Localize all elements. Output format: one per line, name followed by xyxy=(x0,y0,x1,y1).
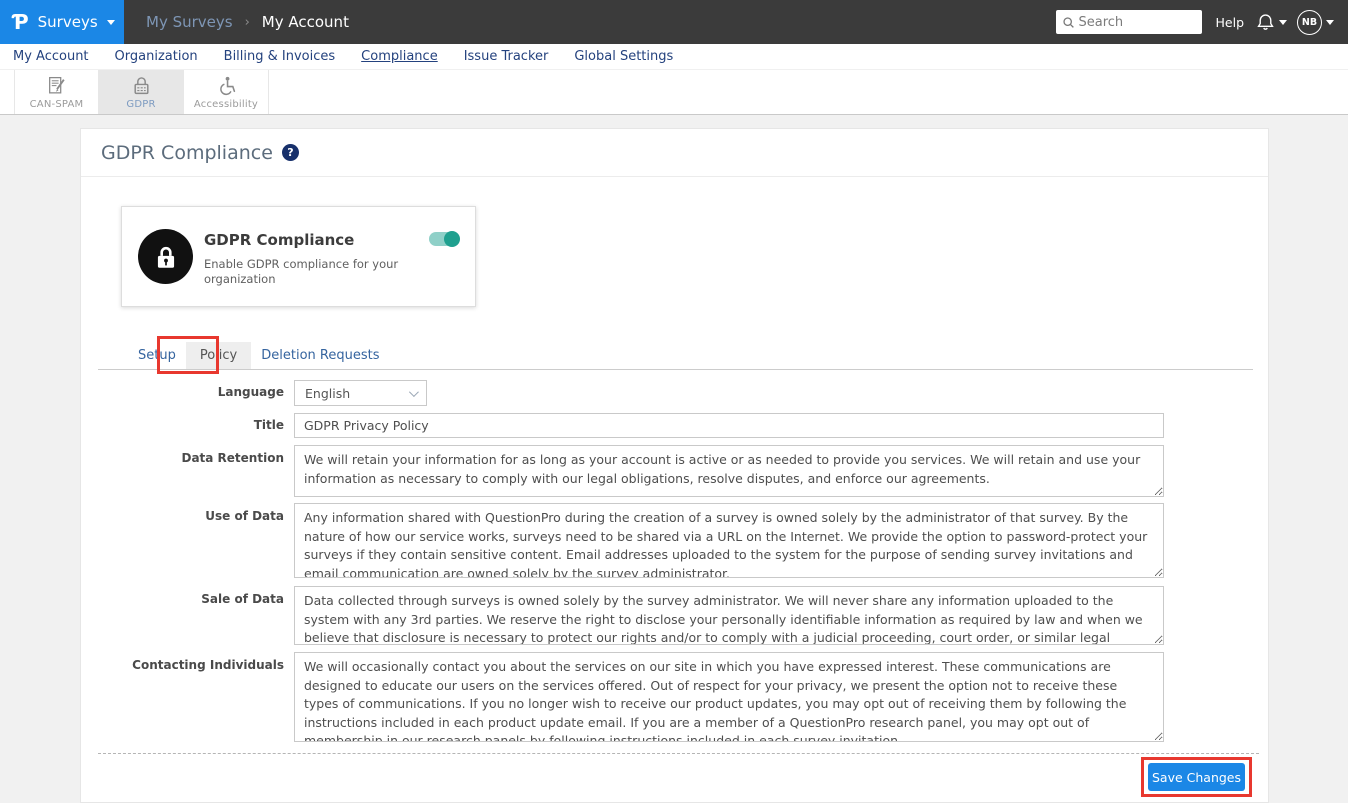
search-box[interactable] xyxy=(1056,10,1202,34)
tab-policy[interactable]: Policy xyxy=(186,342,251,369)
title-label: Title xyxy=(98,418,284,432)
gdpr-compliance-card: GDPR Compliance Enable GDPR compliance f… xyxy=(121,206,476,307)
tab-can-spam[interactable]: CAN-SPAM xyxy=(14,70,99,114)
panel-header: GDPR Compliance ? xyxy=(81,129,1268,177)
tab-my-account[interactable]: My Account xyxy=(13,49,89,64)
gdpr-toggle[interactable] xyxy=(429,232,459,246)
product-name: Surveys xyxy=(38,13,98,31)
search-icon xyxy=(1062,16,1075,29)
tab-label: Accessibility xyxy=(194,99,258,110)
tab-gdpr[interactable]: GDPR xyxy=(99,70,184,114)
card-subtitle: Enable GDPR compliance for your organiza… xyxy=(204,257,464,287)
language-label: Language xyxy=(98,385,284,399)
wheelchair-icon xyxy=(216,75,237,96)
data-retention-label: Data Retention xyxy=(98,451,284,465)
breadcrumb: My Surveys › My Account xyxy=(146,13,349,31)
tab-setup[interactable]: Setup xyxy=(128,342,186,369)
chevron-down-icon xyxy=(1326,20,1334,25)
breadcrumb-my-surveys[interactable]: My Surveys xyxy=(146,13,233,31)
title-input[interactable] xyxy=(294,413,1164,438)
chevron-down-icon xyxy=(409,387,419,397)
navbar-right-group: Help NB xyxy=(1056,10,1348,35)
tabs-divider xyxy=(98,369,1253,370)
contacting-individuals-textarea[interactable]: We will occasionally contact you about t… xyxy=(294,652,1164,742)
footer-divider xyxy=(98,753,1259,754)
product-switcher[interactable]: Ƥ Surveys xyxy=(0,0,124,44)
tab-issue-tracker[interactable]: Issue Tracker xyxy=(464,49,549,64)
policy-tabs: Setup Policy Deletion Requests xyxy=(128,342,389,369)
top-navbar: Ƥ Surveys My Surveys › My Account Help N… xyxy=(0,0,1348,44)
toggle-knob-icon xyxy=(444,231,460,247)
tab-deletion-requests[interactable]: Deletion Requests xyxy=(251,342,389,369)
use-of-data-label: Use of Data xyxy=(98,509,284,523)
search-input[interactable] xyxy=(1079,15,1194,30)
sale-of-data-textarea[interactable]: Data collected through surveys is owned … xyxy=(294,586,1164,645)
user-menu[interactable]: NB xyxy=(1297,10,1334,35)
compliance-icon-tabs: CAN-SPAM GDPR Accessibility xyxy=(0,70,1348,115)
card-title: GDPR Compliance xyxy=(204,231,354,249)
lock-badge xyxy=(138,229,193,284)
save-changes-button[interactable]: Save Changes xyxy=(1148,763,1245,791)
language-select[interactable]: English xyxy=(294,380,427,406)
contacting-individuals-label: Contacting Individuals xyxy=(98,658,284,672)
account-tabs: My Account Organization Billing & Invoic… xyxy=(0,44,1348,70)
chevron-down-icon xyxy=(1279,20,1287,25)
help-link[interactable]: Help xyxy=(1216,15,1245,30)
tab-organization[interactable]: Organization xyxy=(115,49,198,64)
content-panel: GDPR Compliance ? GDPR Compliance Enable… xyxy=(80,128,1269,803)
breadcrumb-my-account: My Account xyxy=(262,13,349,31)
tab-label: GDPR xyxy=(126,99,155,110)
tab-compliance[interactable]: Compliance xyxy=(361,49,438,64)
lock-icon xyxy=(131,75,152,96)
questionpro-logo-icon: Ƥ xyxy=(13,10,29,34)
bell-icon xyxy=(1256,13,1275,32)
chevron-down-icon xyxy=(107,20,115,25)
help-circle-icon[interactable]: ? xyxy=(282,144,299,161)
page-title: GDPR Compliance xyxy=(101,142,273,164)
lock-icon xyxy=(152,243,180,271)
notifications-menu[interactable] xyxy=(1256,13,1287,32)
memo-icon xyxy=(46,75,67,96)
use-of-data-textarea[interactable]: Any information shared with QuestionPro … xyxy=(294,503,1164,578)
tab-global-settings[interactable]: Global Settings xyxy=(574,49,673,64)
avatar: NB xyxy=(1297,10,1322,35)
language-selected-value: English xyxy=(305,386,350,401)
data-retention-textarea[interactable]: We will retain your information for as l… xyxy=(294,445,1164,497)
tab-accessibility[interactable]: Accessibility xyxy=(184,70,269,114)
sale-of-data-label: Sale of Data xyxy=(98,592,284,606)
tab-billing-invoices[interactable]: Billing & Invoices xyxy=(224,49,336,64)
breadcrumb-separator-icon: › xyxy=(245,15,250,30)
tab-label: CAN-SPAM xyxy=(30,99,84,110)
